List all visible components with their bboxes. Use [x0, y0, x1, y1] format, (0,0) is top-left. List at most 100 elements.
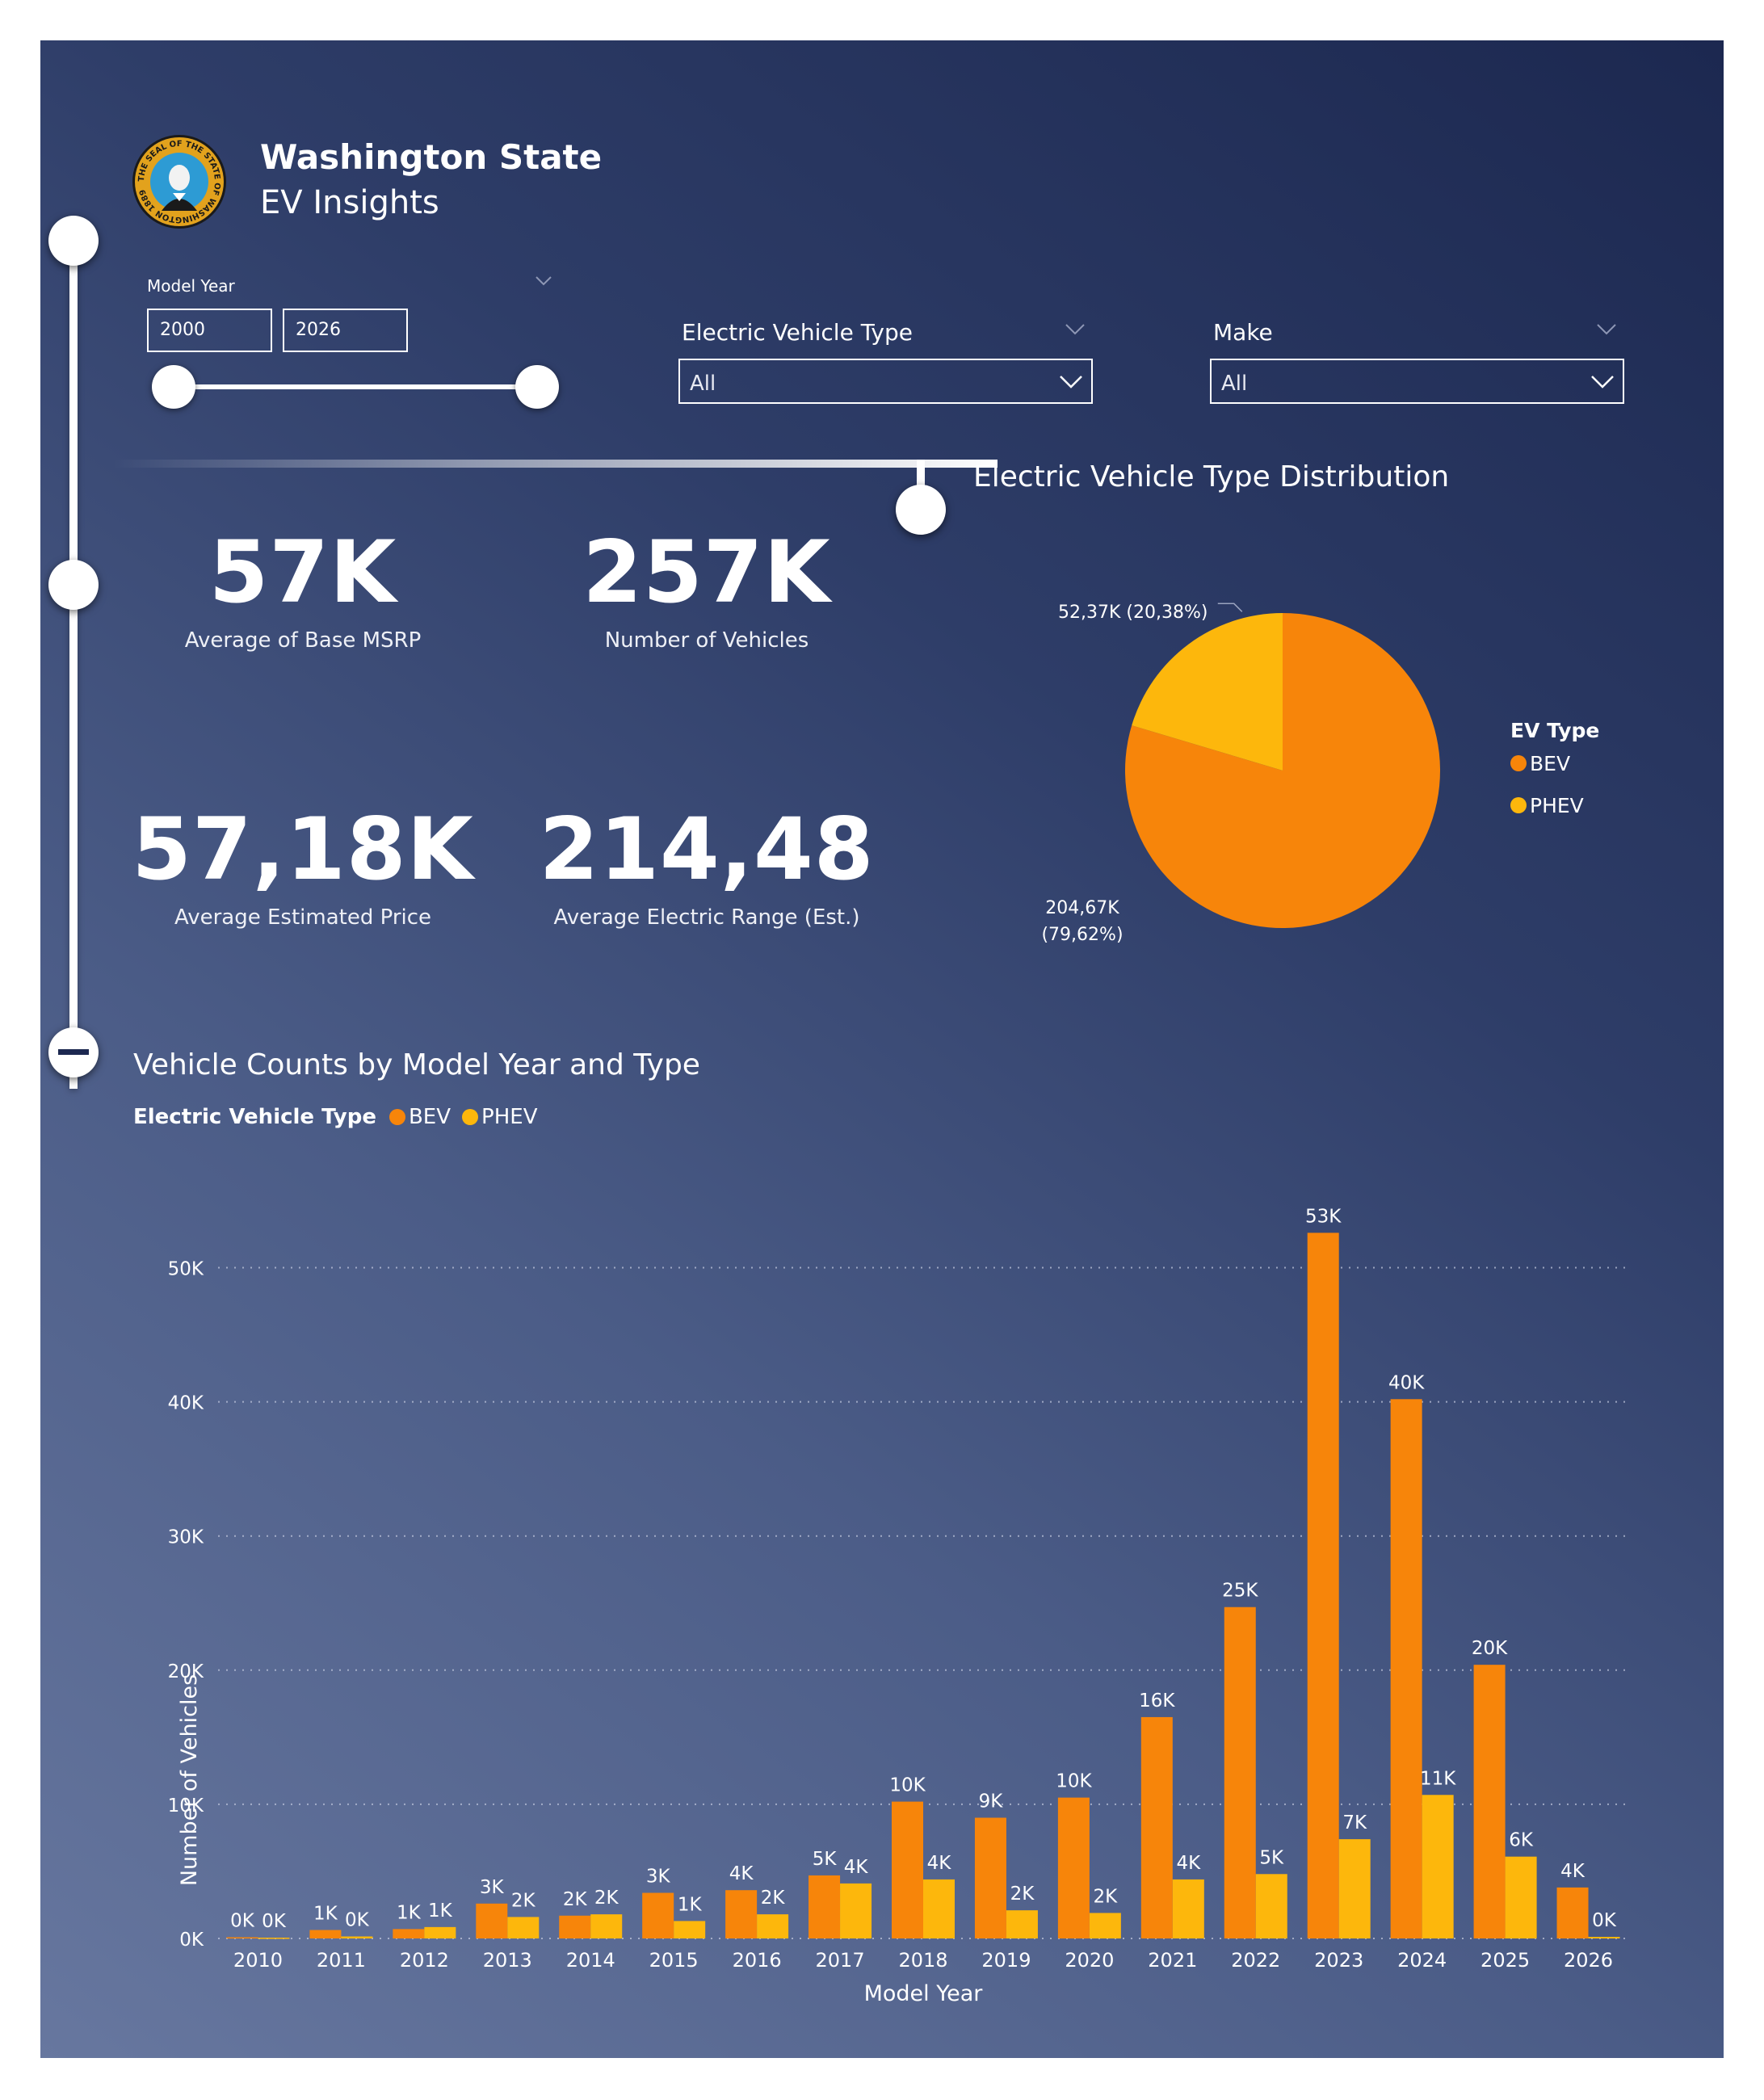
bar-bev-2012[interactable] — [393, 1929, 425, 1938]
bar-phev-2021[interactable] — [1172, 1879, 1204, 1938]
bar-bev-2022[interactable] — [1224, 1606, 1256, 1938]
x-tick-label: 2019 — [981, 1949, 1031, 1972]
bar-phev-2022[interactable] — [1255, 1874, 1287, 1938]
bar-phev-2017[interactable] — [840, 1883, 872, 1938]
app-title: Washington State — [260, 137, 603, 177]
kpi-avg-electric-range-value: 214,48 — [539, 800, 875, 899]
nav-rail — [69, 241, 78, 1089]
data-label-bev: 9K — [979, 1791, 1004, 1812]
vehicle-count-bar-chart: 0K 10K 20K 30K 40K 50K 0K 0K 2010 1K 0K 2011 1K 1K 201… — [168, 1206, 1630, 2006]
nav-dot-filters[interactable] — [48, 216, 99, 266]
bar-legend-bev[interactable]: BEV — [409, 1105, 451, 1129]
chevron-down-icon[interactable] — [535, 275, 552, 290]
connector-line — [113, 460, 998, 468]
x-tick-label: 2026 — [1564, 1949, 1613, 1972]
model-year-slider-min-handle[interactable] — [152, 365, 195, 409]
data-label-phev: 11K — [1420, 1768, 1456, 1789]
bar-legend-phev[interactable]: PHEV — [481, 1105, 537, 1129]
chevron-down-icon — [1060, 376, 1082, 388]
bar-chart-legend: Electric Vehicle Type BEV PHEV — [133, 1105, 537, 1129]
pie-label-phev: 52,37K (20,38%) — [1058, 603, 1208, 623]
bar-bev-2013[interactable] — [476, 1903, 508, 1938]
x-tick-label: 2015 — [649, 1949, 699, 1972]
bar-phev-2023[interactable] — [1338, 1839, 1371, 1938]
bar-bev-2019[interactable] — [974, 1817, 1006, 1938]
data-label-phev: 2K — [1094, 1886, 1119, 1907]
model-year-from-input[interactable]: 2000 — [147, 309, 272, 352]
x-tick-label: 2018 — [898, 1949, 947, 1972]
chevron-down-icon[interactable] — [1596, 323, 1617, 339]
data-label-phev: 0K — [1592, 1910, 1617, 1931]
bar-legend-phev-marker — [462, 1109, 479, 1125]
data-label-phev: 2K — [1010, 1884, 1035, 1905]
y-tick-label: 0K — [179, 1930, 204, 1951]
data-label-phev: 1K — [678, 1894, 703, 1915]
model-year-slider-track[interactable] — [174, 384, 537, 389]
data-label-phev: 2K — [761, 1888, 786, 1909]
bar-phev-2020[interactable] — [1089, 1913, 1121, 1938]
x-tick-label: 2023 — [1314, 1949, 1363, 1972]
x-tick-label: 2016 — [733, 1949, 782, 1972]
data-label-bev: 3K — [480, 1877, 505, 1898]
x-tick-label: 2021 — [1148, 1949, 1197, 1972]
bar-bev-2010[interactable] — [226, 1937, 258, 1939]
bar-bev-2016[interactable] — [725, 1890, 758, 1938]
bar-phev-2014[interactable] — [590, 1914, 623, 1938]
x-tick-label: 2022 — [1231, 1949, 1280, 1972]
model-year-to-input[interactable]: 2026 — [283, 309, 408, 352]
bar-phev-2012[interactable] — [424, 1926, 456, 1938]
bar-phev-2026[interactable] — [1588, 1937, 1620, 1938]
bar-bev-2014[interactable] — [559, 1915, 591, 1938]
bar-phev-2010[interactable] — [258, 1938, 290, 1939]
kpi-avg-est-price-value: 57,18K — [132, 800, 474, 899]
ev-type-dropdown[interactable]: All — [678, 359, 1093, 404]
bar-bev-2023[interactable] — [1307, 1233, 1339, 1938]
data-label-phev: 1K — [428, 1900, 453, 1922]
bar-phev-2013[interactable] — [507, 1917, 540, 1938]
nav-dot-kpis[interactable] — [48, 560, 99, 610]
x-axis-title: Model Year — [864, 1981, 984, 2006]
x-tick-label: 2011 — [317, 1949, 366, 1972]
pie-legend-phev-marker — [1510, 797, 1527, 813]
bar-phev-2025[interactable] — [1505, 1856, 1537, 1938]
data-label-bev: 4K — [729, 1863, 754, 1884]
bar-bev-2020[interactable] — [1057, 1797, 1090, 1938]
kpi-avg-electric-range-label: Average Electric Range (Est.) — [553, 905, 860, 930]
bar-bev-2025[interactable] — [1473, 1665, 1506, 1938]
data-label-bev: 2K — [563, 1889, 588, 1910]
data-label-bev: 0K — [230, 1911, 255, 1932]
model-year-slider-max-handle[interactable] — [515, 365, 559, 409]
bar-bev-2017[interactable] — [808, 1875, 841, 1938]
pie-legend-phev[interactable]: PHEV — [1530, 794, 1584, 817]
model-year-label: Model Year — [147, 276, 235, 296]
pie-leader-line — [1217, 603, 1243, 612]
minus-icon — [58, 1049, 89, 1055]
y-tick-label: 50K — [168, 1259, 204, 1280]
bar-bev-2015[interactable] — [642, 1892, 674, 1938]
data-label-bev: 10K — [889, 1775, 926, 1796]
bar-phev-2011[interactable] — [341, 1936, 373, 1938]
bar-bev-2011[interactable] — [309, 1930, 342, 1938]
data-label-bev: 5K — [813, 1849, 838, 1870]
bar-bev-2021[interactable] — [1140, 1716, 1173, 1938]
make-dropdown[interactable]: All — [1210, 359, 1624, 404]
bar-phev-2018[interactable] — [923, 1879, 955, 1938]
bar-phev-2015[interactable] — [674, 1921, 706, 1938]
bar-bev-2024[interactable] — [1390, 1399, 1422, 1938]
bar-phev-2024[interactable] — [1422, 1795, 1454, 1938]
bar-bev-2018[interactable] — [892, 1801, 923, 1938]
chevron-down-icon[interactable] — [1065, 323, 1086, 339]
bar-legend-title: Electric Vehicle Type — [133, 1105, 376, 1129]
bar-bev-2026[interactable] — [1556, 1887, 1589, 1938]
data-label-phev: 6K — [1509, 1830, 1534, 1851]
data-label-bev: 10K — [1056, 1771, 1092, 1792]
nav-dot-chart[interactable] — [48, 1027, 99, 1077]
pie-legend-bev[interactable]: BEV — [1530, 752, 1570, 775]
data-label-phev: 2K — [594, 1888, 620, 1909]
data-label-phev: 0K — [345, 1910, 370, 1931]
data-label-bev: 20K — [1472, 1638, 1508, 1659]
x-tick-label: 2025 — [1480, 1949, 1530, 1972]
data-label-bev: 25K — [1222, 1581, 1258, 1602]
bar-phev-2016[interactable] — [757, 1914, 789, 1938]
bar-phev-2019[interactable] — [1006, 1910, 1038, 1938]
